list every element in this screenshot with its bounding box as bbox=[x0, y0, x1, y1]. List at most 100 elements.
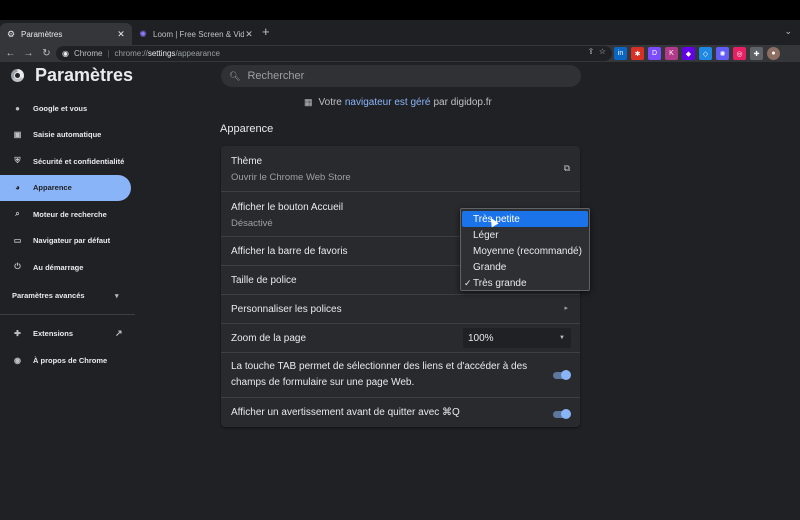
sidebar-item-search-engine[interactable]: ⌕ Moteur de recherche bbox=[0, 201, 135, 228]
divider: | bbox=[107, 49, 110, 58]
sidebar-item-autofill[interactable]: ▣ Saisie automatique bbox=[0, 122, 135, 149]
sidebar-item-security[interactable]: ⛨ Sécurité et confidentialité bbox=[0, 148, 135, 175]
quit-warning-toggle[interactable] bbox=[561, 409, 571, 419]
purple-ext-icon[interactable]: ◆ bbox=[682, 47, 695, 60]
search-icon: 🔍︎ bbox=[229, 70, 241, 81]
chrome-icon: ◉ bbox=[14, 355, 21, 365]
external-link-icon[interactable]: ⧉ bbox=[564, 163, 570, 174]
tab-key-row[interactable]: La touche TAB permet de sélectionner des… bbox=[221, 352, 580, 397]
chrome-logo-icon bbox=[11, 69, 24, 82]
sidebar-item-extensions[interactable]: ✚ Extensions ↗ bbox=[0, 321, 135, 348]
tab-loom[interactable]: ✺ Loom | Free Screen & Video Re ✕ bbox=[132, 23, 260, 45]
tab-title: Loom | Free Screen & Video Re bbox=[153, 29, 244, 39]
reload-icon[interactable]: ↻ bbox=[39, 48, 54, 59]
sidebar-item-default-browser[interactable]: ▭ Navigateur par défaut bbox=[0, 228, 135, 255]
close-icon[interactable]: ✕ bbox=[116, 29, 126, 40]
loom-ext-icon[interactable]: ✺ bbox=[716, 47, 729, 60]
sidebar-item-label: Extensions bbox=[33, 329, 74, 339]
option-label: Moyenne (recommandé) bbox=[473, 245, 582, 257]
zoom-value: 100% bbox=[468, 332, 494, 344]
address-bar[interactable]: ◉ Chrome | chrome://settings/appearance … bbox=[56, 46, 612, 61]
url-scheme: chrome:// bbox=[114, 49, 148, 58]
linkedin-ext-icon[interactable]: in bbox=[614, 47, 627, 60]
shield-icon: ⛨ bbox=[14, 156, 21, 166]
page-title: Paramètres bbox=[35, 65, 134, 85]
loom-icon: ✺ bbox=[139, 28, 147, 39]
section-title: Apparence bbox=[220, 123, 274, 135]
search-placeholder: Rechercher bbox=[247, 70, 305, 82]
building-icon: ▦ bbox=[304, 97, 313, 107]
tab-title: Paramètres bbox=[21, 29, 63, 39]
puzzle-icon: ✚ bbox=[14, 329, 21, 339]
chevron-right-icon: ▸ bbox=[564, 305, 568, 312]
theme-row[interactable]: Thème Ouvrir le Chrome Web Store ⧉ bbox=[221, 146, 580, 191]
chrome-icon: ◉ bbox=[62, 49, 69, 58]
extensions-bar: in ✱ D K ◆ ◇ ✺ ◎ ✚ ● bbox=[614, 47, 780, 60]
font-size-option[interactable]: Très petite bbox=[462, 211, 588, 227]
chevron-down-icon[interactable]: ⌄ bbox=[784, 26, 792, 37]
checkmark-icon: ✓ bbox=[464, 277, 472, 288]
browser-icon: ▭ bbox=[13, 236, 22, 246]
sidebar-item-appearance[interactable]: ◕ Apparence bbox=[0, 174, 131, 201]
sidebar-item-label: Sécurité et confidentialité bbox=[33, 156, 125, 166]
share-icon[interactable]: ⇪ bbox=[588, 47, 595, 56]
toolbar: ← → ↻ ◉ Chrome | chrome://settings/appea… bbox=[0, 45, 800, 62]
sidebar-item-label: Google et vous bbox=[33, 103, 88, 113]
option-label: Très grande bbox=[473, 277, 527, 289]
quit-warning-label: Afficher un avertissement avant de quitt… bbox=[231, 407, 460, 418]
search-icon: ⌕ bbox=[15, 209, 20, 219]
zoom-select[interactable]: 100% ▼ bbox=[463, 328, 571, 348]
sidebar: ● Google et vous ▣ Saisie automatique ⛨ Séc… bbox=[0, 95, 135, 374]
sidebar-item-google[interactable]: ● Google et vous bbox=[0, 95, 135, 122]
chevron-down-icon: ▾ bbox=[115, 292, 119, 300]
red-ext-icon[interactable]: ✱ bbox=[631, 47, 644, 60]
option-label: Léger bbox=[473, 229, 499, 241]
fonts-label: Personnaliser les polices bbox=[231, 304, 342, 315]
font-size-option-selected[interactable]: ✓ Très grande bbox=[462, 275, 588, 291]
font-size-dropdown: Très petite Léger Moyenne (recommandé) G… bbox=[460, 208, 590, 291]
caret-down-icon: ▼ bbox=[559, 335, 565, 341]
k-ext-icon[interactable]: K bbox=[665, 47, 678, 60]
forward-icon[interactable]: → bbox=[21, 48, 36, 59]
star-icon[interactable]: ☆ bbox=[599, 47, 606, 56]
sidebar-item-startup[interactable]: ⏻ Au démarrage bbox=[0, 254, 135, 281]
profile-avatar-icon[interactable]: ● bbox=[767, 47, 780, 60]
clipboard-icon: ▣ bbox=[13, 130, 22, 140]
customize-fonts-row[interactable]: Personnaliser les polices ▸ bbox=[221, 294, 580, 323]
font-size-option[interactable]: Grande bbox=[462, 259, 588, 275]
search-input[interactable]: 🔍︎ Rechercher bbox=[221, 65, 581, 87]
sidebar-item-about[interactable]: ◉ À propos de Chrome bbox=[0, 347, 135, 374]
close-icon[interactable]: ✕ bbox=[244, 29, 254, 40]
back-icon[interactable]: ← bbox=[3, 48, 18, 59]
sidebar-item-label: Au démarrage bbox=[33, 262, 84, 272]
url-path: /appearance bbox=[175, 49, 220, 58]
sidebar-advanced-label: Paramètres avancés bbox=[12, 291, 85, 300]
d-ext-icon[interactable]: D bbox=[648, 47, 661, 60]
tab-settings[interactable]: ⚙ Paramètres ✕ bbox=[0, 23, 132, 45]
sidebar-item-label: À propos de Chrome bbox=[33, 355, 108, 365]
managed-link[interactable]: navigateur est géré bbox=[345, 97, 431, 108]
omnibox-actions: ⇪ ☆ bbox=[588, 47, 606, 56]
settings-page: Paramètres 🔍︎ Rechercher ● Google et vous… bbox=[0, 62, 800, 520]
external-link-icon: ↗ bbox=[115, 328, 123, 339]
person-icon: ● bbox=[15, 103, 20, 113]
tab-strip: ⚙ Paramètres ✕ ✺ Loom | Free Screen & Vi… bbox=[0, 20, 800, 45]
quit-warning-row[interactable]: Afficher un avertissement avant de quitt… bbox=[221, 397, 580, 427]
sidebar-divider bbox=[0, 313, 135, 315]
pink-ext-icon[interactable]: ◎ bbox=[733, 47, 746, 60]
omnibox-label: Chrome bbox=[73, 49, 103, 58]
sidebar-item-label: Moteur de recherche bbox=[33, 209, 107, 219]
tab-key-label: La touche TAB permet de sélectionner des… bbox=[231, 361, 528, 388]
puzzle-ext-icon[interactable]: ✚ bbox=[750, 47, 763, 60]
power-icon: ⏻ bbox=[14, 262, 21, 272]
font-size-option[interactable]: Moyenne (recommandé) bbox=[462, 243, 588, 259]
palette-icon: ◕ bbox=[15, 183, 20, 193]
sidebar-advanced-toggle[interactable]: Paramètres avancés ▾ bbox=[0, 281, 135, 311]
theme-sub: Ouvrir le Chrome Web Store bbox=[231, 172, 351, 183]
tab-key-toggle[interactable] bbox=[561, 370, 571, 380]
theme-label: Thème bbox=[231, 156, 263, 167]
font-size-option[interactable]: Léger bbox=[462, 227, 588, 243]
blue-ext-icon[interactable]: ◇ bbox=[699, 47, 712, 60]
new-tab-button[interactable]: + bbox=[262, 24, 270, 39]
url-host: settings bbox=[147, 49, 176, 58]
